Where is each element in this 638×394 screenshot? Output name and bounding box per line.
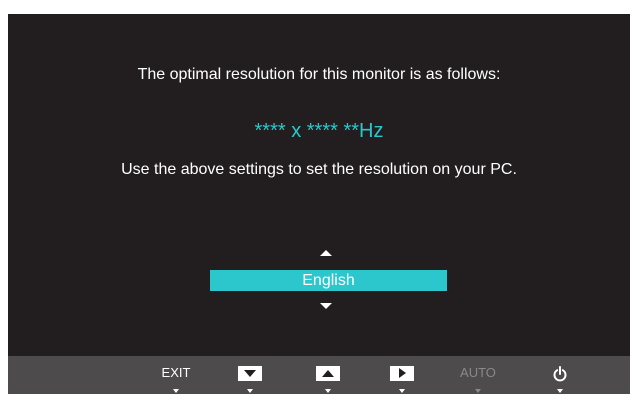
osd-panel: The optimal resolution for this monitor … bbox=[8, 14, 630, 394]
right-button[interactable] bbox=[382, 356, 422, 394]
button-pointer-icon bbox=[557, 389, 563, 393]
button-pointer-icon bbox=[173, 389, 179, 393]
up-button[interactable] bbox=[308, 356, 348, 394]
power-icon bbox=[553, 366, 567, 382]
exit-label: EXIT bbox=[161, 365, 191, 380]
exit-button[interactable]: EXIT bbox=[156, 356, 196, 394]
power-button[interactable] bbox=[540, 356, 580, 394]
down-button[interactable] bbox=[230, 356, 270, 394]
key-cap bbox=[390, 366, 414, 381]
auto-label: AUTO bbox=[460, 365, 496, 380]
triangle-up-icon bbox=[322, 370, 334, 377]
resolution-value: **** x **** **Hz bbox=[254, 120, 384, 142]
key-cap bbox=[238, 366, 262, 381]
triangle-down-icon bbox=[244, 370, 256, 377]
key-cap bbox=[316, 366, 340, 381]
triangle-right-icon bbox=[399, 368, 406, 378]
button-pointer-icon bbox=[475, 389, 481, 393]
auto-button: AUTO bbox=[458, 356, 498, 394]
language-selector[interactable]: English bbox=[210, 270, 447, 291]
language-down-arrow-icon[interactable] bbox=[320, 303, 332, 309]
button-pointer-icon bbox=[247, 389, 253, 393]
language-up-arrow-icon[interactable] bbox=[320, 250, 332, 256]
optimal-resolution-message: The optimal resolution for this monitor … bbox=[137, 66, 501, 83]
resolution-instruction: Use the above settings to set the resolu… bbox=[121, 161, 517, 178]
button-pointer-icon bbox=[325, 389, 331, 393]
bottom-button-bar: EXIT AUTO bbox=[8, 356, 630, 394]
button-pointer-icon bbox=[399, 389, 405, 393]
